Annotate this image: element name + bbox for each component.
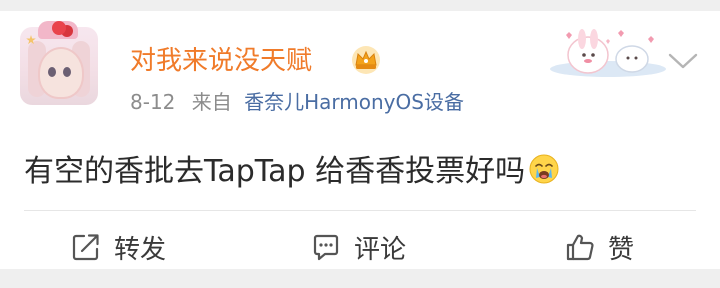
comment-label: 评论 [354,234,407,265]
repost-icon [72,234,99,261]
post-content: 有空的香批去TapTap 给香香投票好吗 [24,152,560,192]
card-decoration-sticker [550,29,666,77]
crying-face-emoji-icon [529,154,559,184]
post-meta: 8-12 来自 香奈儿HarmonyOS设备 [130,90,464,114]
repost-label: 转发 [114,234,167,265]
comment-icon [313,234,339,261]
avatar-eye-right [63,67,71,77]
crown-badge-icon[interactable] [350,45,382,75]
like-label: 赞 [608,234,635,265]
avatar-face [38,47,84,99]
chevron-down-icon[interactable] [666,51,700,71]
like-button[interactable]: 赞 [564,226,634,268]
avatar-cherry-decoration [52,21,66,35]
avatar-eye-left [48,67,56,77]
comment-button[interactable]: 评论 [310,226,406,268]
source-prefix: 来自 [191,90,232,114]
source-device-link[interactable]: 香奈儿HarmonyOS设备 [244,90,464,114]
repost-button[interactable]: 转发 [70,226,166,268]
post-text: 有空的香批去TapTap 给香香投票好吗 [24,154,526,189]
post-date: 8-12 [130,90,176,114]
action-divider [24,210,696,211]
post-action-bar: 转发 评论 赞 [0,226,720,268]
user-avatar[interactable] [20,21,98,105]
username[interactable]: 对我来说没天赋 [130,46,312,76]
thumbs-up-icon [566,234,594,261]
weibo-post-card: 对我来说没天赋 8-12 来自 香奈儿HarmonyOS设备 有空的香批去Tap… [0,11,720,269]
